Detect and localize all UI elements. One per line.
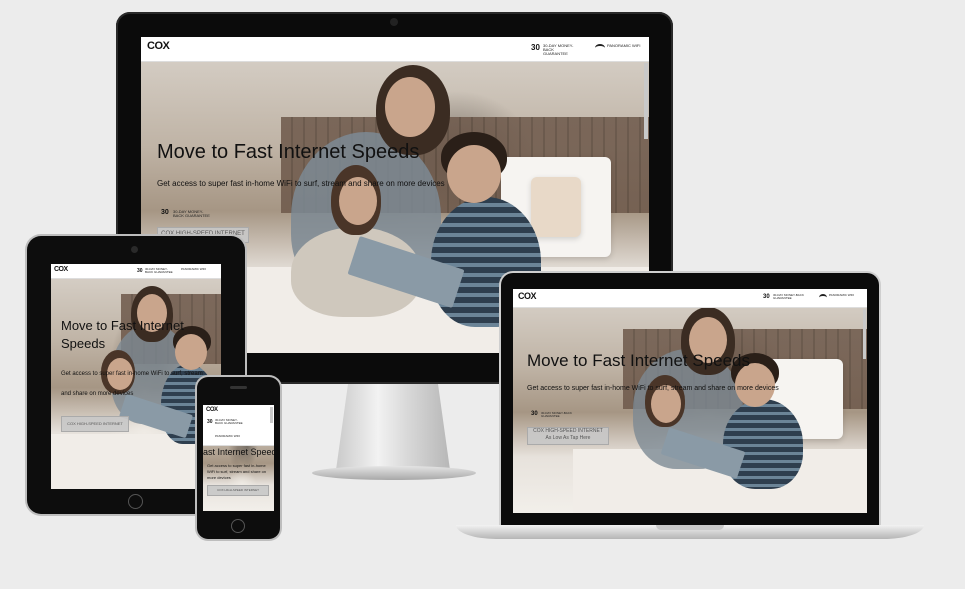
hero-title-line2: Speeds <box>61 336 106 351</box>
hero-subtitle: Get access to super fast in-home WiFi to… <box>527 385 779 392</box>
guarantee-badge-text: 30-DAY MONEY-BACK GUARANTEE <box>543 43 574 56</box>
mother-face <box>385 77 435 137</box>
cox-logo[interactable]: COX <box>518 291 537 301</box>
guarantee-badge-number: 30 <box>531 411 538 417</box>
site-header: COX 30 30-DAY MONEY-BACK GUARANTEE PANOR… <box>203 405 274 446</box>
phone-screen: COX 30 30-DAY MONEY-BACK GUARANTEE PANOR… <box>203 405 274 511</box>
phone: COX 30 30-DAY MONEY-BACK GUARANTEE PANOR… <box>197 377 280 539</box>
wifi-badge-text: PANORAMIC WIFI <box>181 267 207 271</box>
guarantee-badge-number: 30 <box>137 268 143 274</box>
cox-logo[interactable]: COX <box>54 266 68 273</box>
site-header: COX 30 30-DAY MONEY-BACK GUARANTEE PANOR… <box>141 37 649 62</box>
cta-label: COX HIGH-SPEED INTERNET <box>67 421 123 426</box>
cox-logo[interactable]: COX <box>147 40 170 52</box>
guarantee-badge-number: 30 <box>207 419 213 425</box>
desktop-camera <box>390 18 398 26</box>
home-button[interactable] <box>231 519 245 533</box>
wifi-badge-text: PANORAMIC WIFI <box>829 293 855 297</box>
hero-title: Move to Fast Internet Speeds <box>157 141 420 163</box>
guarantee-badge-number: 30 <box>763 294 770 300</box>
site-header: COX 30 30-DAY MONEY-BACK GUARANTEE PANOR… <box>51 264 221 279</box>
hero-subtitle-text: Get access to super fast in-home WiFi to… <box>207 463 267 480</box>
guarantee-badge-text: 30-DAY MONEY-BACK GUARANTEE <box>541 411 572 418</box>
site-header: COX 30 30-DAY MONEY-BACK GUARANTEE PANOR… <box>513 289 867 308</box>
pillow <box>531 177 581 237</box>
cta-label: COX HIGH-SPEED INTERNET <box>217 488 259 492</box>
guarantee-badge-text: 30-DAY MONEY-BACK GUARANTEE <box>773 293 804 300</box>
hero-title: Move to Fast Internet Speeds <box>203 447 274 457</box>
cta-button[interactable]: COX HIGH-SPEED INTERNET <box>207 485 269 496</box>
guarantee-badge-text: 30-DAY MONEY-BACK GUARANTEE <box>215 418 243 425</box>
wifi-badge-text: PANORAMIC WIFI <box>215 434 241 438</box>
laptop: COX 30 30-DAY MONEY-BACK GUARANTEE PANOR… <box>501 273 879 526</box>
hero-subtitle: Get access to super fast in-home WiFi to… <box>61 364 211 404</box>
cta-button[interactable]: COX HIGH-SPEED INTERNET As Low As Tap He… <box>527 427 609 445</box>
monitor-base <box>312 466 476 480</box>
wifi-badge-text: PANORAMIC WIFI <box>607 43 641 48</box>
tablet-screen: COX 30 30-DAY MONEY-BACK GUARANTEE PANOR… <box>51 264 221 489</box>
wifi-icon <box>595 44 605 52</box>
boy-face <box>447 145 501 203</box>
cox-logo[interactable]: COX <box>206 407 218 413</box>
hero-subtitle: Get access to super fast in-home WiFi to… <box>207 463 271 481</box>
guarantee-badge-text: 30-DAY MONEY-BACK GUARANTEE <box>145 267 173 274</box>
hero-title-line1: Move to Fast Internet <box>61 318 184 333</box>
scrollbar[interactable] <box>644 63 648 139</box>
guarantee-badge-number: 30 <box>161 209 169 216</box>
laptop-screen: COX 30 30-DAY MONEY-BACK GUARANTEE PANOR… <box>513 289 867 513</box>
tablet-camera <box>131 246 138 253</box>
phone-speaker <box>230 386 247 389</box>
monitor-stand <box>336 384 450 470</box>
wifi-icon <box>819 294 827 301</box>
guarantee-badge-number: 30 <box>531 43 540 52</box>
cta-sublabel: As Low As Tap Here <box>545 435 591 441</box>
hero-subtitle: Get access to super fast in-home WiFi to… <box>157 179 445 188</box>
cta-label: COX HIGH-SPEED INTERNET <box>533 428 603 434</box>
scrollbar[interactable] <box>863 309 866 359</box>
hero-subtitle-text: Get access to super fast in-home WiFi to… <box>61 371 203 397</box>
hero-title: Move to Fast Internet Speeds <box>527 351 751 370</box>
home-button[interactable] <box>128 494 143 509</box>
guarantee-badge-text: 30-DAY MONEY-BACK GUARANTEE <box>173 209 210 218</box>
cta-button[interactable]: COX HIGH-SPEED INTERNET <box>61 416 129 432</box>
laptop-notch <box>656 525 724 530</box>
scrollbar[interactable] <box>270 407 273 423</box>
